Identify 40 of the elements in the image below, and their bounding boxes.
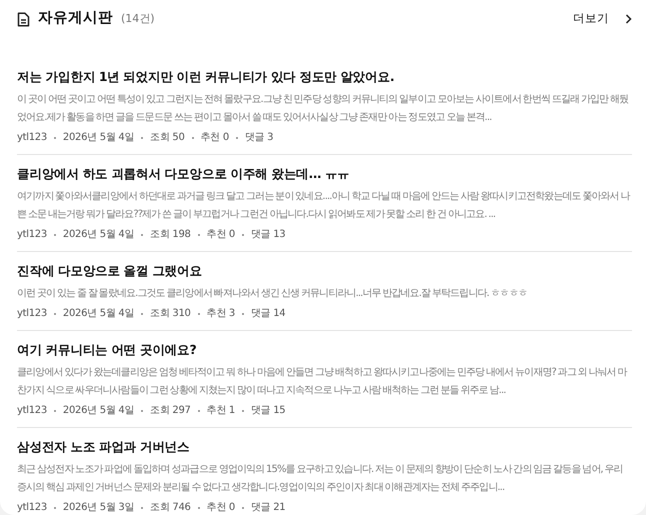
view-count: 조회 198 — [150, 228, 191, 242]
author-name: ytl123 — [17, 131, 47, 145]
post-title[interactable]: 삼성전자 노조 파업과 거버넌스 — [17, 438, 632, 456]
post-date: 2026년 5월 4일 — [62, 228, 134, 242]
comment-count: 댓글 15 — [250, 404, 286, 418]
post-title[interactable]: 클리앙에서 하도 괴롭혀서 다모앙으로 이주해 왔는데... ㅠㅠ — [17, 165, 632, 183]
like-count: 추천 0 — [206, 228, 235, 242]
post-title[interactable]: 저는 가입한지 1년 되었지만 이런 커뮤니티가 있다 정도만 알았어요. — [17, 68, 632, 86]
post-excerpt: 이 곳이 어떤 곳이고 어떤 특성이 있고 그런지는 전혀 몰랐구요.그냥 친 민주당 성향의 커뮤니티의 일부이고 모아보는 사이트에서 한번씩 뜨길래 가입만 해뒀었어요.제가 활동을 하면 글을 드문드문 쓰는 편이고 몰아서 쓸 때도 있어서사실상 그냥 존재만 아는 정도였고 오늘 본격... — [17, 93, 630, 125]
like-count: 추천 3 — [206, 307, 235, 321]
comment-count: 댓글 21 — [250, 501, 286, 515]
chevron-right-icon — [625, 14, 632, 24]
post-excerpt: 최근 삼성전자 노조가 파업에 돌입하며 성과급으로 영업이익의 15%를 요구하고 있습니다. 저는 이 문제의 향방이 단순히 노사 간의 임금 갈등을 넘어, 우리 증시의 핵심 과제인 거버넌스 문제와 분리될 수 없다고 생각합니다.영업이익의 주인이자 최대 이해관계자는 전체 주주입니... — [17, 463, 624, 495]
comment-count: 댓글 13 — [250, 228, 286, 242]
post-count: (14건) — [121, 10, 155, 27]
view-count: 조회 746 — [150, 501, 191, 515]
post-date: 2026년 5월 4일 — [62, 404, 134, 418]
post-date: 2026년 5월 3일 — [62, 501, 134, 515]
author-name: ytl123 — [17, 228, 47, 242]
like-count: 추천 1 — [206, 404, 235, 418]
post-excerpt: 이런 곳이 있는 줄 잘 몰랐네요.그것도 클리앙에서 빠져나와서 생긴 신생 커뮤니티라니...너무 반갑네요.잘 부탁드립니다. ㅎㅎㅎㅎ — [17, 287, 528, 301]
post-excerpt: 클리앙에서 있다가 왔는데클리앙은 엄청 베타적이고 뭐 하나 마음에 안들면 그냥 배척하고 왕따시키고나중에는 민주당 내에서 뉴이재명? 과그 외 나눠서 마찬가지 식으로 싸우더니사람들이 그런 상황에 지쳤는지 많이 떠나고 지속적으로 나누고 사람 배척하는 그런 분들 위주로 남... — [17, 366, 628, 398]
view-count: 조회 297 — [150, 404, 191, 418]
view-count: 조회 310 — [150, 307, 191, 321]
like-count: 추천 0 — [200, 131, 229, 145]
post-date: 2026년 5월 4일 — [62, 131, 134, 145]
author-name: ytl123 — [17, 404, 47, 418]
view-count: 조회 50 — [150, 131, 185, 145]
comment-count: 댓글 3 — [244, 131, 274, 145]
more-link[interactable]: 더보기 — [573, 10, 632, 28]
like-count: 추천 0 — [206, 501, 235, 515]
author-name: ytl123 — [17, 501, 47, 515]
post-title[interactable]: 진작에 다모앙으로 올껄 그랬어요 — [17, 262, 632, 280]
comment-count: 댓글 14 — [250, 307, 286, 321]
post-date: 2026년 5월 4일 — [62, 307, 134, 321]
board-title: 자유게시판 — [38, 9, 113, 28]
post-title[interactable]: 여기 커뮤니티는 어떤 곳이에요? — [17, 341, 632, 359]
post-excerpt: 여기까지 쫓아와서클리앙에서 하던대로 과거글 링크 달고 그러는 분이 있네요....아니 학교 다닐 때 마음에 안드는 사람 왕따시키고전학왔는데도 쫓아와서 나쁜 소문 내는거랑 뭐가 달라요??제가 쓴 글이 부끄럽거나 그런건 아닙니다.다시 읽어봐도 제가 못할 소리 한 건 아니고요. ... — [17, 190, 632, 222]
author-name: ytl123 — [17, 307, 47, 321]
document-icon — [17, 12, 30, 26]
